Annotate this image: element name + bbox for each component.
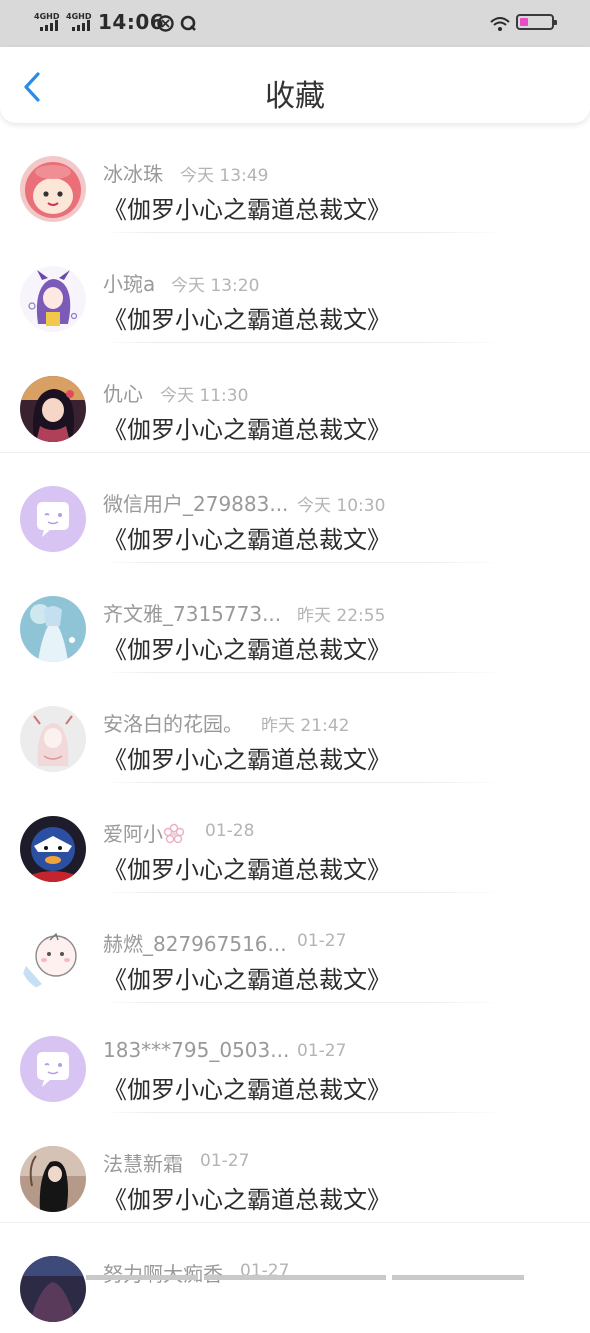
sync-icon	[157, 15, 174, 32]
avatar[interactable]	[20, 156, 86, 222]
list-item[interactable]: 微信用户_279883... 今天 10:30 《伽罗小心之霸道总裁文》	[0, 453, 590, 563]
list-item[interactable]: 仇心 今天 11:30 《伽罗小心之霸道总裁文》	[0, 343, 590, 453]
avatar[interactable]	[20, 1146, 86, 1212]
avatar[interactable]	[20, 926, 86, 992]
book-title[interactable]: 《伽罗小心之霸道总裁文》	[103, 630, 391, 665]
status-bar: 4GHD 4GHD 14:06	[0, 0, 590, 47]
list-item[interactable]: 183***795_0503... 01-27 《伽罗小心之霸道总裁文》	[0, 1003, 590, 1113]
username[interactable]: 赫燃_827967516...	[103, 928, 287, 957]
list-item[interactable]: 冰冰珠 今天 13:49 《伽罗小心之霸道总裁文》	[0, 123, 590, 233]
timestamp: 01-27	[297, 931, 347, 951]
flower-icon	[163, 823, 185, 844]
timestamp: 01-27	[200, 1151, 250, 1171]
list-item[interactable]: 小琬a 今天 13:20 《伽罗小心之霸道总裁文》	[0, 233, 590, 343]
book-title[interactable]: 《伽罗小心之霸道总裁文》	[103, 1180, 391, 1215]
username[interactable]: 微信用户_279883...	[103, 488, 288, 517]
avatar[interactable]	[20, 376, 86, 442]
username[interactable]: 爱阿小	[103, 818, 185, 847]
username[interactable]: 仇心	[103, 378, 143, 407]
avatar[interactable]	[20, 1036, 86, 1102]
timestamp: 今天 11:30	[160, 386, 249, 406]
list-item[interactable]: 法慧新霜 01-27 《伽罗小心之霸道总裁文》	[0, 1113, 590, 1223]
timestamp: 今天 13:49	[180, 166, 269, 186]
signal-icon-2	[72, 20, 94, 31]
timestamp: 昨天 21:42	[261, 716, 350, 736]
book-title[interactable]: 《伽罗小心之霸道总裁文》	[103, 740, 391, 775]
avatar[interactable]	[20, 706, 86, 772]
username-text: 爱阿小	[103, 822, 163, 846]
header: 收藏	[0, 47, 590, 123]
book-title[interactable]: 《伽罗小心之霸道总裁文》	[103, 850, 391, 885]
search-status-icon	[180, 15, 197, 32]
page-title: 收藏	[265, 79, 325, 114]
bottom-navigation-hint	[0, 1275, 590, 1280]
battery-icon	[516, 14, 557, 30]
avatar[interactable]	[20, 1256, 86, 1322]
username[interactable]: 小琬a	[103, 268, 155, 297]
signal-icon	[40, 20, 62, 31]
list-item[interactable]: 齐文雅_7315773... 昨天 22:55 《伽罗小心之霸道总裁文》	[0, 563, 590, 673]
username[interactable]: 安洛白的花园。	[103, 708, 243, 737]
list-item[interactable]: 安洛白的花园。 昨天 21:42 《伽罗小心之霸道总裁文》	[0, 673, 590, 783]
book-title[interactable]: 《伽罗小心之霸道总裁文》	[103, 410, 391, 445]
timestamp: 01-27	[297, 1041, 347, 1061]
book-title[interactable]: 《伽罗小心之霸道总裁文》	[103, 1070, 391, 1105]
avatar[interactable]	[20, 486, 86, 552]
avatar[interactable]	[20, 266, 86, 332]
wifi-icon	[490, 16, 510, 33]
username[interactable]: 努力啊大痴香	[103, 1258, 223, 1287]
book-title[interactable]: 《伽罗小心之霸道总裁文》	[103, 300, 391, 335]
avatar[interactable]	[20, 596, 86, 662]
timestamp: 01-28	[205, 821, 255, 841]
list-item[interactable]: 赫燃_827967516... 01-27 《伽罗小心之霸道总裁文》	[0, 893, 590, 1003]
timestamp: 今天 10:30	[297, 496, 386, 516]
book-title[interactable]: 《伽罗小心之霸道总裁文》	[103, 960, 391, 995]
username[interactable]: 冰冰珠	[103, 158, 163, 187]
timestamp: 今天 13:20	[171, 276, 260, 296]
username[interactable]: 法慧新霜	[103, 1148, 183, 1177]
username[interactable]: 齐文雅_7315773...	[103, 598, 281, 627]
avatar[interactable]	[20, 816, 86, 882]
book-title[interactable]: 《伽罗小心之霸道总裁文》	[103, 520, 391, 555]
timestamp: 昨天 22:55	[297, 606, 386, 626]
book-title[interactable]: 《伽罗小心之霸道总裁文》	[103, 190, 391, 225]
username[interactable]: 183***795_0503...	[103, 1038, 289, 1062]
status-time: 14:06	[98, 10, 165, 34]
list-item[interactable]: 爱阿小 01-28 《伽罗小心之霸道总裁文》	[0, 783, 590, 893]
